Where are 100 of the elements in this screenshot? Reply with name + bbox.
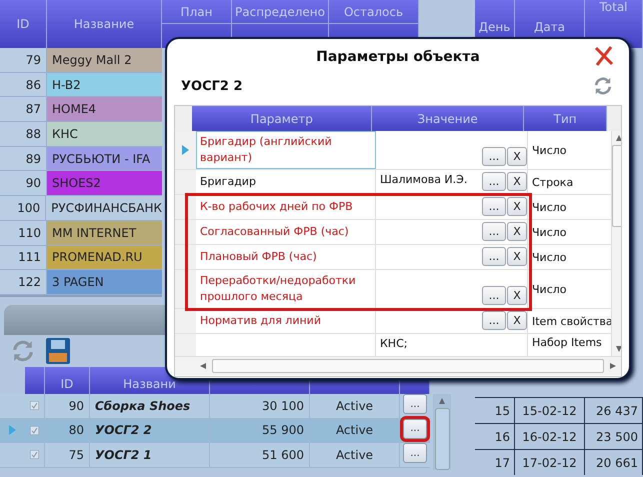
clear-button[interactable]: X (507, 147, 527, 166)
grid-row[interactable]: Бригадир (английский вариант) ... X Число (175, 131, 611, 170)
amount-cell: 51 600 (210, 443, 310, 466)
parameter-cell[interactable]: Норматив для линий (196, 309, 376, 333)
grid-row[interactable]: Согласованный ФРВ (час) ... X Число (175, 220, 611, 245)
parameter-type: Строка (532, 176, 574, 188)
checkbox[interactable] (30, 424, 39, 437)
scroll-right-icon[interactable] (610, 363, 616, 369)
clear-button[interactable]: X (507, 222, 527, 241)
object-name-cell[interactable]: HOME4 (47, 97, 162, 122)
name-cell: Сборка Shoes (90, 394, 210, 418)
id-cell: 122 (0, 270, 47, 294)
object-name-cell[interactable]: РУСБЬЮТИ - IFA (47, 146, 162, 170)
total-cell: 20 661 (585, 450, 643, 475)
browse-button[interactable]: ... (482, 286, 506, 305)
details-button[interactable]: ... (403, 443, 427, 463)
parameter-name: Бригадир (английский вариант) (200, 134, 333, 166)
parameter-cell[interactable]: Плановый ФРВ (час) (196, 245, 376, 269)
clear-button[interactable]: X (507, 172, 527, 191)
browse-button[interactable]: ... (482, 222, 506, 241)
scroll-down-icon[interactable] (616, 346, 621, 352)
column-header: Значение (417, 112, 478, 126)
browse-button[interactable]: ... (482, 197, 506, 216)
parameter-name: Бригадир (200, 174, 256, 190)
parameter-name: Переработки/недоработки прошлого месяца (200, 273, 357, 305)
row-selector[interactable] (175, 131, 196, 169)
scroll-left-icon[interactable] (200, 363, 206, 369)
grid-row[interactable]: Бригадир Шалимова И.Э. ... X Строка (175, 170, 611, 195)
checkbox[interactable] (30, 399, 39, 412)
object-name-cell[interactable]: РУСФИНАНСБАНК (46, 196, 162, 220)
checkbox[interactable] (30, 448, 39, 462)
scrollbar[interactable] (433, 394, 451, 470)
amount-cell: 30 100 (210, 394, 310, 418)
table-row[interactable]: 90 Сборка Shoes 30 100 Active ... (0, 394, 430, 418)
clear-button[interactable]: X (507, 197, 527, 216)
id-cell: 79 (0, 48, 47, 72)
object-name-cell[interactable]: Meggy Mall 2 (47, 48, 162, 72)
parameter-value: Шалимова И.Э. (380, 172, 468, 186)
id-cell: 88 (0, 122, 47, 146)
parameter-type: Число (532, 250, 566, 264)
column-header: Дата (534, 20, 566, 34)
row-selector[interactable] (175, 170, 196, 194)
table-row[interactable]: 80 УОСГ2 2 55 900 Active ... (0, 418, 430, 443)
scrollbar[interactable] (175, 356, 621, 375)
name-cell: УОСГ2 1 (90, 443, 210, 466)
row-selector[interactable] (175, 309, 196, 333)
grid-row[interactable]: Плановый ФРВ (час) ... X Число (175, 245, 611, 270)
id-cell: 90 (0, 171, 47, 196)
table-row[interactable]: 75 УОСГ2 1 51 600 Active ... (0, 443, 430, 468)
parameter-value: КНС; (380, 336, 408, 350)
details-button[interactable]: ... (403, 394, 427, 414)
browse-button[interactable]: ... (482, 311, 506, 330)
day-cell: 17 (475, 450, 515, 475)
parameter-type: Число (532, 200, 566, 214)
id-cell: 80 (45, 418, 90, 442)
total-cell: 26 437 (585, 398, 643, 423)
parameter-type: Набор Items (532, 336, 602, 349)
day-cell: 16 (475, 424, 515, 449)
browse-button[interactable]: ... (482, 247, 506, 266)
object-name-cell[interactable]: КНС (47, 122, 162, 146)
id-cell: 90 (45, 394, 90, 418)
id-cell: 75 (45, 443, 90, 466)
parameter-type: Число (532, 144, 566, 156)
parameter-cell[interactable]: К-во рабочих дней по ФРВ (196, 195, 376, 219)
column-header: Total (599, 0, 628, 14)
header-corner (175, 106, 192, 131)
name-cell: УОСГ2 2 (90, 418, 210, 442)
parameter-cell[interactable]: Бригадир (английский вариант) (196, 131, 376, 169)
date-cell: 17-02-12 (515, 450, 585, 475)
total-cell: 23 500 (585, 424, 643, 449)
amount-cell: 55 900 (210, 418, 310, 442)
object-name-cell[interactable]: H-B2 (47, 72, 162, 96)
column-header: ID (16, 17, 30, 31)
scroll-up-icon[interactable] (439, 398, 445, 404)
refresh-icon[interactable] (594, 77, 612, 95)
browse-button[interactable]: ... (482, 147, 506, 166)
clear-button[interactable]: X (507, 247, 527, 266)
status-cell: Active (310, 443, 400, 466)
column-header: Распределено (235, 4, 325, 18)
clear-button[interactable]: X (507, 286, 527, 305)
object-name-cell[interactable]: PROMENAD.RU (47, 246, 162, 270)
id-cell: 86 (0, 72, 47, 96)
parameter-name: Норматив для линий (200, 313, 321, 329)
parameter-type: Число (532, 226, 566, 238)
save-icon[interactable] (46, 338, 70, 364)
clear-button[interactable]: X (507, 311, 527, 330)
browse-button[interactable]: ... (482, 172, 506, 191)
grid-row[interactable]: Переработки/недоработки прошлого месяца ... X Число (175, 270, 611, 309)
date-cell: 15-02-12 (515, 398, 585, 423)
close-button[interactable] (594, 46, 614, 69)
column-header: День (478, 20, 510, 34)
parameter-cell[interactable]: Переработки/недоработки прошлого месяца (196, 270, 376, 308)
column-header: Тип (554, 112, 577, 126)
grid-row[interactable]: К-во рабочих дней по ФРВ ... X Число (175, 195, 611, 220)
scroll-up-icon[interactable] (616, 135, 621, 141)
object-name-cell[interactable]: MM INTERNET (47, 220, 162, 244)
dialog-title: Параметры объекта (316, 49, 480, 65)
object-name-cell[interactable]: 3 PAGEN (47, 270, 162, 294)
parameter-cell[interactable]: Согласованный ФРВ (час) (196, 220, 376, 244)
parameter-cell[interactable]: Бригадир (196, 170, 376, 194)
